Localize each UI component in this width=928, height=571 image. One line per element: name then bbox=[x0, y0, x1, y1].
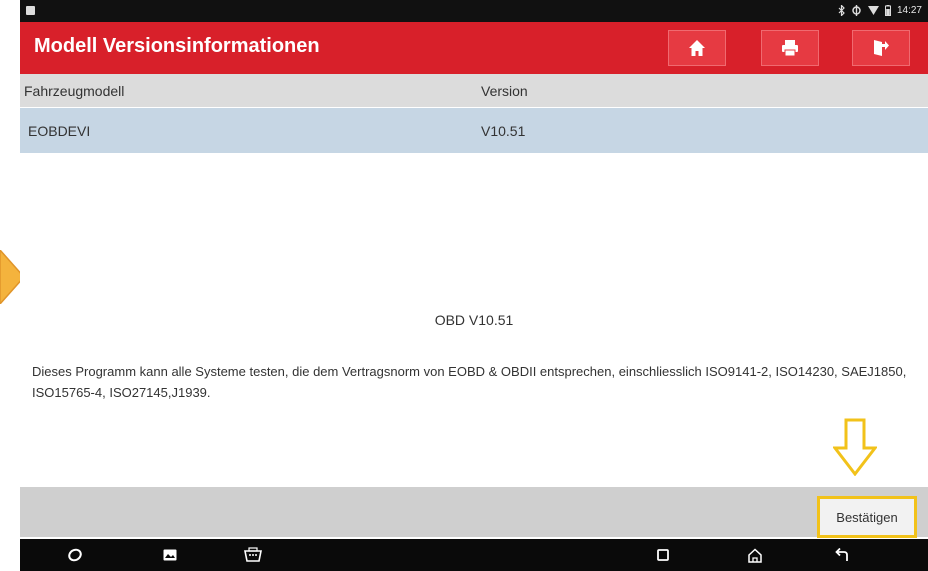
home-icon bbox=[689, 40, 705, 56]
back-button[interactable] bbox=[828, 544, 856, 566]
vci-icon bbox=[244, 547, 262, 562]
browser-icon bbox=[68, 548, 82, 562]
gallery-icon bbox=[163, 549, 177, 561]
info-description: Dieses Programm kann alle Systeme testen… bbox=[32, 364, 907, 400]
home-nav-icon bbox=[748, 547, 762, 563]
action-bar bbox=[20, 487, 928, 537]
back-icon bbox=[835, 548, 848, 561]
table-row[interactable]: EOBDEVI V10.51 bbox=[20, 108, 928, 153]
page-title: Modell Versionsinformationen bbox=[34, 35, 320, 57]
battery-icon bbox=[884, 5, 891, 16]
column-header-model: Fahrzeugmodell bbox=[24, 83, 125, 99]
recent-apps-button[interactable] bbox=[649, 544, 677, 566]
home-nav-button[interactable] bbox=[741, 544, 769, 566]
navigation-bar bbox=[20, 539, 928, 571]
cell-model: EOBDEVI bbox=[28, 123, 91, 139]
title-bar: Modell Versionsinformationen bbox=[20, 22, 928, 74]
home-button[interactable] bbox=[668, 30, 726, 66]
gallery-button[interactable] bbox=[156, 544, 184, 566]
status-bar: 14:27 bbox=[20, 0, 928, 22]
tablet-screen: 14:27 Modell Versionsinformationen Fahrz… bbox=[20, 0, 928, 571]
table-header: Fahrzeugmodell Version bbox=[20, 74, 928, 107]
recent-apps-icon bbox=[657, 549, 669, 561]
bluetooth-icon bbox=[838, 5, 845, 16]
exit-icon bbox=[874, 40, 889, 56]
down-arrow-icon bbox=[833, 418, 877, 476]
column-header-version: Version bbox=[481, 83, 528, 99]
cell-version: V10.51 bbox=[481, 123, 526, 139]
sync-icon bbox=[852, 5, 861, 16]
print-button[interactable] bbox=[761, 30, 819, 66]
app-notification-icon bbox=[26, 6, 35, 15]
exit-button[interactable] bbox=[852, 30, 910, 66]
wifi-icon bbox=[867, 6, 879, 15]
clock: 14:27 bbox=[896, 5, 922, 16]
vci-button[interactable] bbox=[239, 544, 267, 566]
confirm-button[interactable]: Bestätigen bbox=[817, 496, 917, 538]
browser-button[interactable] bbox=[61, 544, 89, 566]
print-icon bbox=[782, 40, 798, 57]
status-icons: 14:27 bbox=[838, 5, 922, 16]
info-title: OBD V10.51 bbox=[434, 312, 514, 328]
